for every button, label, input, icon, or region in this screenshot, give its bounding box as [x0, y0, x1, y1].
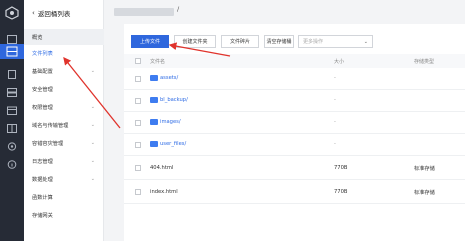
sidebar-item-security[interactable]: 安全管理	[24, 81, 104, 97]
file-size: 770B	[334, 165, 348, 171]
sidebar-item-logs[interactable]: 日志管理 ⌄	[24, 153, 104, 169]
create-folder-button[interactable]: 创建文件夹	[174, 35, 216, 48]
chevron-down-icon: ⌄	[363, 38, 368, 45]
file-name-link[interactable]: bl_backup/	[160, 97, 188, 103]
folder-icon	[150, 119, 158, 125]
network-icon[interactable]	[7, 118, 17, 133]
row-checkbox[interactable]	[135, 142, 141, 148]
column-header-storage-type: 存储类型	[414, 59, 435, 65]
column-header-name: 文件名	[150, 59, 166, 65]
sidebar-item-label: 权限管理	[32, 104, 53, 111]
file-fragments-button[interactable]: 文件碎片	[221, 35, 259, 48]
row-checkbox[interactable]	[135, 98, 141, 104]
sidebar-item-label: 文件列表	[32, 50, 53, 57]
file-name[interactable]: 404.html	[150, 165, 173, 171]
sidebar-item-overview[interactable]: 概览	[24, 29, 104, 45]
dashboard-icon[interactable]	[7, 29, 17, 44]
sidebar-item-label: 基础配置	[32, 68, 53, 75]
sidebar-item-file-list[interactable]: 文件列表	[24, 45, 104, 61]
info-icon[interactable]	[7, 154, 17, 169]
chevron-down-icon: ⌄	[90, 176, 95, 182]
sidebar-item-label: 容错容灾管理	[32, 140, 64, 147]
row-checkbox[interactable]	[135, 165, 141, 171]
sidebar-item-label: 存储网关	[32, 212, 53, 219]
document-icon[interactable]	[7, 64, 17, 79]
settings-icon[interactable]	[7, 136, 17, 151]
chevron-down-icon: ⌄	[90, 104, 95, 110]
chevron-down-icon: ⌄	[90, 140, 95, 146]
clear-bucket-button[interactable]: 清空存储桶	[264, 35, 294, 48]
folder-icon	[150, 75, 158, 81]
file-name-link[interactable]: user_files/	[160, 141, 186, 147]
row-checkbox[interactable]	[135, 189, 141, 195]
sidebar-item-label: 日志管理	[32, 158, 53, 165]
folder-icon	[150, 141, 158, 147]
sidebar-item-storage-gateway[interactable]: 存储网关	[24, 207, 104, 223]
storage-type: 标准存储	[414, 166, 435, 172]
file-list-panel: 上传文件 创建文件夹 文件碎片 清空存储桶 更多操作 ⌄ 文件名 大小 存储类型…	[124, 24, 465, 241]
sidebar: ‹ 返回桶列表 概览 文件列表 基础配置 ⌄ 安全管理 权限管理 ⌄ 域名与传输管理…	[24, 0, 104, 241]
sidebar-item-basic-config[interactable]: 基础配置 ⌄	[24, 63, 104, 79]
sidebar-item-label: 数据处理	[32, 176, 53, 183]
row-checkbox[interactable]	[135, 120, 141, 126]
sidebar-item-label: 安全管理	[32, 86, 53, 93]
chevron-down-icon: ⌄	[90, 68, 95, 74]
storage-type: 标准存储	[414, 190, 435, 196]
sidebar-item-data-processing[interactable]: 数据处理 ⌄	[24, 171, 104, 187]
bucket-name-redacted[interactable]	[114, 8, 174, 16]
row-checkbox[interactable]	[135, 76, 141, 82]
breadcrumb-separator: /	[177, 5, 180, 13]
table-row[interactable]: 404.html 770B 标准存储	[124, 156, 465, 180]
more-actions-label: 更多操作	[303, 39, 324, 45]
file-name[interactable]: index.html	[150, 189, 178, 195]
sidebar-item-label: 域名与传输管理	[32, 122, 69, 129]
sidebar-item-domain-transfer[interactable]: 域名与传输管理 ⌄	[24, 117, 104, 133]
breadcrumb: /	[104, 0, 465, 24]
back-label: 返回桶列表	[37, 10, 71, 18]
sidebar-item-function-compute[interactable]: 函数计算	[24, 189, 104, 205]
sidebar-item-label: 函数计算	[32, 194, 53, 201]
back-to-bucket-list[interactable]: ‹ 返回桶列表	[32, 8, 70, 18]
file-size: -	[334, 141, 336, 147]
storage-icon[interactable]	[0, 44, 24, 59]
table-row[interactable]: images/ -	[124, 112, 465, 134]
file-name-link[interactable]: images/	[160, 119, 181, 125]
sidebar-item-fault-tolerance[interactable]: 容错容灾管理 ⌄	[24, 135, 104, 151]
chevron-down-icon: ⌄	[90, 122, 95, 128]
file-size: 770B	[334, 189, 348, 195]
table-row[interactable]: assets/ -	[124, 68, 465, 90]
sidebar-item-label: 概览	[32, 34, 43, 41]
logo-icon[interactable]	[5, 6, 19, 20]
icon-rail	[0, 0, 24, 241]
server-icon[interactable]	[7, 82, 17, 97]
table-header: 文件名 大小 存储类型	[124, 54, 465, 68]
table-row[interactable]: index.html 770B 标准存储	[124, 180, 465, 204]
select-all-checkbox[interactable]	[135, 58, 141, 64]
file-size: -	[334, 119, 336, 125]
upload-file-button[interactable]: 上传文件	[131, 35, 169, 48]
column-header-size: 大小	[334, 59, 345, 65]
file-size: -	[334, 75, 336, 81]
chevron-down-icon: ⌄	[90, 158, 95, 164]
more-actions-select[interactable]: 更多操作 ⌄	[298, 35, 373, 48]
sidebar-item-permissions[interactable]: 权限管理 ⌄	[24, 99, 104, 115]
calendar-icon[interactable]	[7, 100, 17, 115]
chevron-left-icon: ‹	[32, 9, 35, 17]
table-row[interactable]: user_files/ -	[124, 134, 465, 156]
folder-icon	[150, 97, 158, 103]
file-size: -	[334, 97, 336, 103]
file-name-link[interactable]: assets/	[160, 75, 178, 81]
table-row[interactable]: bl_backup/ -	[124, 90, 465, 112]
